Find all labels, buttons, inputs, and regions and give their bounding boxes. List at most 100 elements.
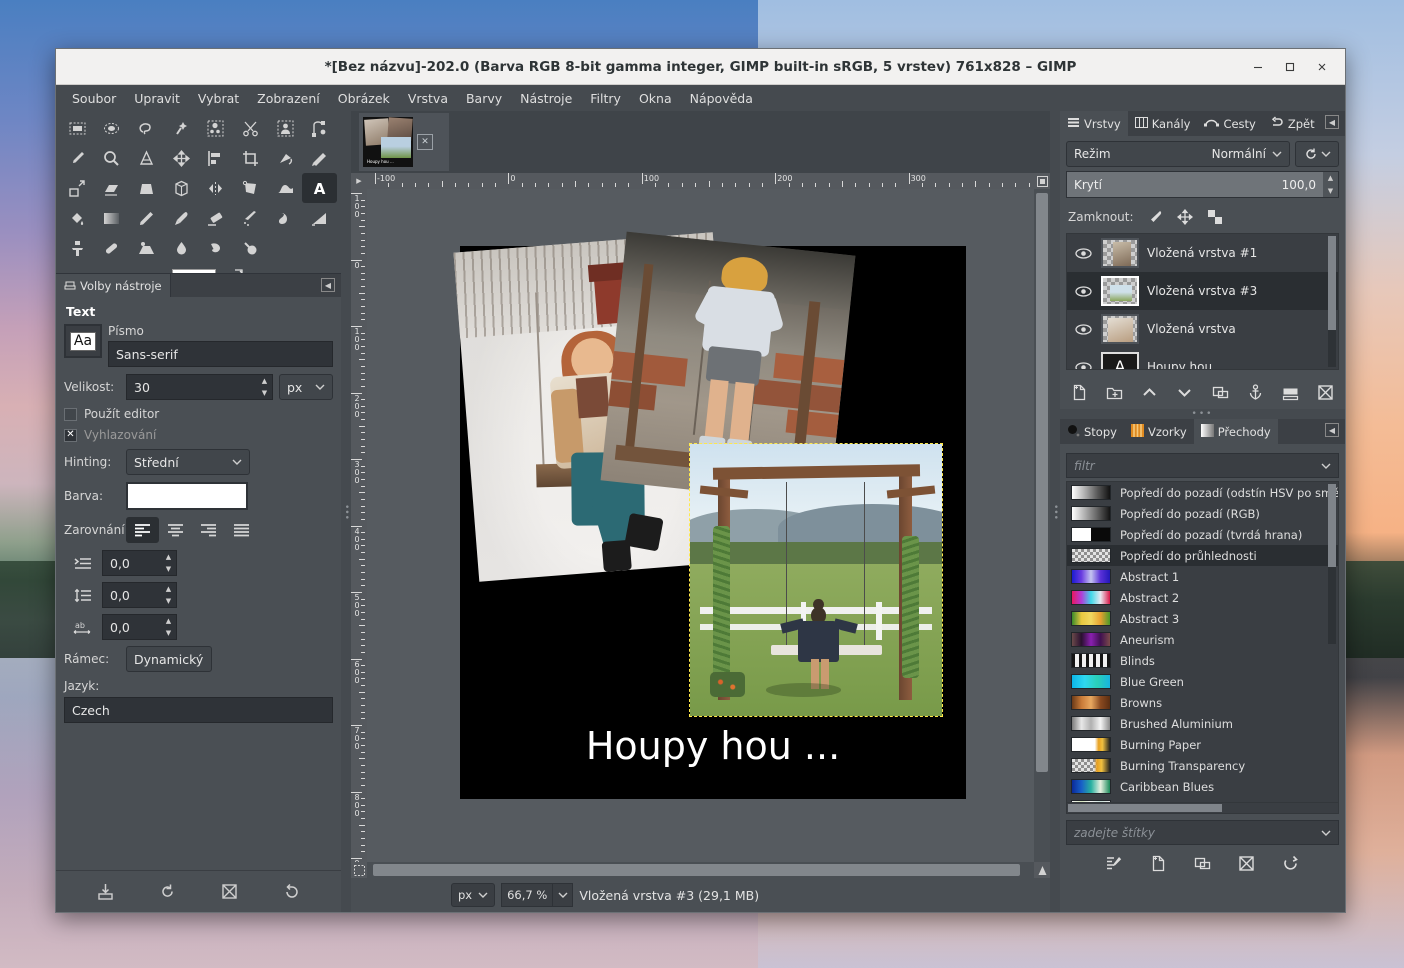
delete-gradient-icon[interactable]	[1236, 852, 1258, 874]
rotate-tool[interactable]	[268, 143, 303, 173]
new-layer-icon[interactable]	[1068, 381, 1090, 403]
rect-select-tool[interactable]	[60, 113, 95, 143]
status-unit-combo[interactable]: px	[451, 883, 496, 907]
menu-item-napoveda[interactable]: Nápověda	[682, 88, 761, 109]
scissors-select-tool[interactable]	[233, 113, 268, 143]
select-by-color-tool[interactable]	[199, 113, 234, 143]
foreground-select-tool[interactable]	[268, 113, 303, 143]
menu-item-zobrazeni[interactable]: Zobrazení	[249, 88, 328, 109]
color-picker-tool[interactable]	[60, 143, 95, 173]
layers-list[interactable]: Vložená vrstva #1 Vložená vrstva #3 Vlož…	[1066, 233, 1339, 370]
gradient-item-12[interactable]: Burning Paper	[1067, 734, 1338, 755]
align-justify-button[interactable]	[225, 517, 258, 543]
clone-tool[interactable]	[60, 233, 95, 263]
dodge-burn-tool[interactable]	[233, 233, 268, 263]
lower-layer-icon[interactable]	[1174, 381, 1196, 403]
left-dock-resize-grip[interactable]: •••	[341, 111, 351, 912]
transform-tool[interactable]	[302, 143, 337, 173]
mypaint-brush-tool[interactable]	[302, 203, 337, 233]
restore-tool-preset-icon[interactable]	[154, 879, 180, 905]
tab-channels[interactable]: Kanály	[1128, 111, 1198, 136]
opacity-slider[interactable]: Krytí 100,0 ▲ ▼	[1066, 171, 1339, 198]
line-spacing-input[interactable]: 0,0	[102, 582, 161, 608]
font-size-stepper[interactable]: ▲ ▼	[257, 374, 273, 400]
layer-visibility-icon[interactable]	[1073, 247, 1093, 260]
indent-stepper[interactable]: ▲ ▼	[161, 550, 177, 576]
layer-row-3[interactable]: Vložená vrstva	[1067, 310, 1338, 348]
layer-row-4[interactable]: A Houpy hou	[1067, 348, 1338, 369]
lock-position-icon[interactable]	[1176, 208, 1194, 226]
menu-item-nastroje[interactable]: Nástroje	[512, 88, 580, 109]
duplicate-gradient-icon[interactable]	[1191, 852, 1213, 874]
gradients-dock-menu-button[interactable]: ◀	[1325, 423, 1339, 437]
text-color-button[interactable]	[126, 482, 248, 510]
smudge-tool[interactable]	[199, 233, 234, 263]
right-dock-resize-grip[interactable]: •••	[1050, 111, 1060, 912]
canvas-navigate-button[interactable]	[1034, 862, 1050, 878]
lock-pixels-icon[interactable]	[1146, 208, 1164, 226]
ellipse-select-tool[interactable]	[95, 113, 130, 143]
gradient-item-9[interactable]: Blue Green	[1067, 671, 1338, 692]
tab-gradients[interactable]: Přechody	[1193, 419, 1278, 444]
gradient-item-2[interactable]: Popředí do pozadí (tvrdá hrana)	[1067, 524, 1338, 545]
line-spacing-stepper[interactable]: ▲ ▼	[161, 582, 177, 608]
gradient-item-8[interactable]: Blinds	[1067, 650, 1338, 671]
heal-tool[interactable]	[95, 233, 130, 263]
airbrush-tool[interactable]	[233, 203, 268, 233]
paintbrush-tool[interactable]	[164, 203, 199, 233]
layer-visibility-icon[interactable]	[1073, 323, 1093, 336]
image-tab[interactable]: Houpy hou ... ✕	[359, 113, 449, 171]
fuzzy-select-tool[interactable]	[164, 113, 199, 143]
ruler-origin-button[interactable]: ▶	[351, 173, 367, 189]
menu-item-okna[interactable]: Okna	[631, 88, 680, 109]
move-tool[interactable]	[164, 143, 199, 173]
align-right-button[interactable]	[192, 517, 225, 543]
menu-item-soubor[interactable]: Soubor	[64, 88, 124, 109]
menu-item-upravit[interactable]: Upravit	[126, 88, 188, 109]
horizontal-ruler[interactable]: -1000100200300400500600700800	[367, 173, 1034, 189]
font-input[interactable]: Sans-serif	[108, 341, 333, 367]
maximize-button[interactable]	[1275, 53, 1305, 81]
tab-brushes[interactable]: Stopy	[1060, 419, 1124, 444]
align-center-button[interactable]	[159, 517, 192, 543]
gradients-list-scrollbar[interactable]	[1328, 484, 1336, 644]
eraser-tool[interactable]	[199, 203, 234, 233]
box-mode-combo[interactable]: Dynamický	[126, 646, 212, 672]
dock-vertical-resize-grip[interactable]: •••	[1060, 409, 1345, 419]
tab-layers[interactable]: Vrstvy	[1060, 111, 1128, 136]
font-size-input[interactable]: 30	[126, 374, 257, 400]
opacity-stepper[interactable]: ▲ ▼	[1323, 172, 1338, 197]
gradients-horizontal-scrollbar[interactable]	[1066, 803, 1339, 814]
tab-patterns[interactable]: Vzorky	[1124, 419, 1194, 444]
gradient-tool[interactable]	[95, 203, 130, 233]
gradient-item-0[interactable]: Popředí do pozadí (odstín HSV po směr	[1067, 482, 1338, 503]
align-left-button[interactable]	[126, 517, 159, 543]
tab-paths[interactable]: Cesty	[1197, 111, 1262, 136]
gradient-item-5[interactable]: Abstract 2	[1067, 587, 1338, 608]
save-tool-preset-icon[interactable]	[92, 879, 118, 905]
zoom-combo-button[interactable]	[553, 883, 574, 907]
layer-row-1[interactable]: Vložená vrstva #1	[1067, 234, 1338, 272]
mode-switch-button[interactable]	[1295, 141, 1339, 167]
warp-transform-tool[interactable]	[268, 173, 303, 203]
zoom-value[interactable]: 66,7 %	[501, 883, 554, 907]
delete-tool-preset-icon[interactable]	[217, 879, 243, 905]
shear-tool[interactable]	[95, 173, 130, 203]
size-unit-combo[interactable]: px	[279, 374, 333, 400]
gradient-filter-input[interactable]: filtr	[1066, 453, 1339, 478]
layers-dock-menu-button[interactable]: ◀	[1325, 115, 1339, 129]
free-select-tool[interactable]	[129, 113, 164, 143]
ink-tool[interactable]	[268, 203, 303, 233]
layer-visibility-icon[interactable]	[1073, 285, 1093, 298]
reset-tool-options-icon[interactable]	[279, 879, 305, 905]
gradient-item-7[interactable]: Aneurism	[1067, 629, 1338, 650]
tab-undo-history[interactable]: Zpět	[1263, 111, 1322, 136]
vertical-ruler[interactable]: 10001002003004005006007008009	[351, 189, 367, 862]
blend-mode-combo[interactable]: Režim Normální	[1066, 141, 1290, 167]
layers-list-scrollbar[interactable]	[1328, 236, 1336, 367]
canvas[interactable]: Houpy hou ...	[367, 189, 1034, 862]
new-gradient-icon[interactable]	[1147, 852, 1169, 874]
hinting-combo[interactable]: Střední	[126, 449, 250, 475]
layer-visibility-icon[interactable]	[1073, 361, 1093, 369]
bucket-fill-tool[interactable]	[60, 203, 95, 233]
